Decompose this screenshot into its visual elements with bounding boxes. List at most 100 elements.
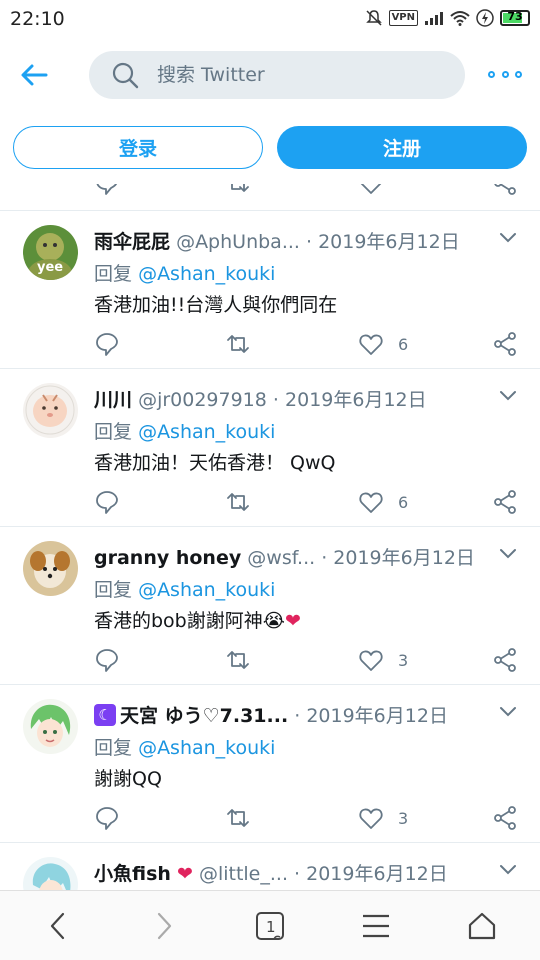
menu-button[interactable] <box>358 908 394 944</box>
reply-context: 回复 @Ashan_kouki <box>94 417 275 444</box>
avatar[interactable] <box>23 857 78 890</box>
share-icon[interactable] <box>492 184 518 198</box>
mention-link[interactable]: @Ashan_kouki <box>138 579 275 601</box>
separator-dot: · <box>305 231 319 253</box>
share-icon[interactable] <box>492 329 518 359</box>
search-box[interactable] <box>89 51 465 99</box>
like-button[interactable]: 3 <box>358 803 408 833</box>
nav-back-button[interactable] <box>40 908 76 944</box>
signup-button[interactable]: 注册 <box>277 126 527 169</box>
tweet-date[interactable]: 2019年6月12日 <box>318 231 460 253</box>
tweet-header: 雨伞屁屁 @AphUnba... · 2019年6月12日 <box>94 227 474 253</box>
display-name[interactable]: granny honey <box>94 547 241 569</box>
like-icon <box>359 492 383 513</box>
login-button[interactable]: 登录 <box>13 126 263 169</box>
avatar[interactable] <box>23 383 78 438</box>
tweet-item[interactable]: yee 雨伞屁屁 @AphUnba... · 2019年6月12日 回复 @As… <box>0 210 540 368</box>
retweet-icon[interactable] <box>225 329 251 359</box>
display-name[interactable]: 雨伞屁屁 <box>94 231 170 253</box>
chevron-down-icon[interactable] <box>498 389 518 403</box>
chevron-down-icon[interactable] <box>498 705 518 719</box>
battery-level: 73 <box>507 10 523 23</box>
share-icon[interactable] <box>492 803 518 833</box>
avatar[interactable] <box>23 699 78 754</box>
display-name[interactable]: 川川 <box>94 389 132 411</box>
tab-count: 1 <box>266 918 276 936</box>
heart-emoji: ❤ <box>284 610 301 632</box>
search-icon <box>112 62 139 89</box>
tweet-item[interactable]: 小魚fish ❤ @little_... · 2019年6月12日 <box>0 842 540 890</box>
reply-context: 回复 @Ashan_kouki <box>94 575 275 602</box>
chevron-down-icon[interactable] <box>498 547 518 561</box>
reply-icon[interactable] <box>94 487 120 517</box>
reply-icon[interactable] <box>94 645 120 675</box>
tweet-header: 小魚fish ❤ @little_... · 2019年6月12日 <box>94 859 474 885</box>
chevron-down-icon[interactable] <box>498 863 518 877</box>
user-handle[interactable]: @jr00297918 <box>138 389 267 411</box>
status-bar: 22:10 VPN 73 <box>0 0 540 40</box>
back-button[interactable] <box>14 57 54 93</box>
top-header <box>0 40 540 110</box>
search-input[interactable] <box>157 64 417 86</box>
home-button[interactable] <box>464 908 500 944</box>
mention-link[interactable]: @Ashan_kouki <box>138 737 275 759</box>
reply-context: 回复 @Ashan_kouki <box>94 733 275 760</box>
tweet-date[interactable]: 2019年6月12日 <box>333 547 474 569</box>
tweet-date[interactable]: 2019年6月12日 <box>285 389 427 411</box>
nav-forward-button[interactable] <box>146 908 182 944</box>
menu-icon <box>363 914 389 938</box>
auth-bar: 登录 注册 <box>0 110 540 184</box>
like-button[interactable]: 6 <box>358 487 408 517</box>
tweet-actions: 3 <box>0 645 540 675</box>
reply-icon[interactable] <box>94 184 120 198</box>
user-handle[interactable]: @AphUnba... <box>176 231 300 253</box>
like-icon <box>359 650 383 671</box>
tweet-item[interactable]: ☾ 天宮 ゆう♡7.31... · 2019年6月12日 回复 @Ashan_ko… <box>0 684 540 842</box>
like-button[interactable]: 6 <box>358 329 408 359</box>
display-name[interactable]: 天宮 ゆう♡7.31... <box>120 705 288 727</box>
share-icon[interactable] <box>492 645 518 675</box>
like-count: 6 <box>398 492 409 512</box>
back-arrow-icon <box>21 64 48 86</box>
charging-icon <box>476 9 494 27</box>
retweet-icon[interactable] <box>225 184 251 198</box>
wifi-icon <box>450 11 470 26</box>
tweet-item[interactable]: 川川 @jr00297918 · 2019年6月12日 回复 @Ashan_ko… <box>0 368 540 526</box>
more-dots-icon[interactable] <box>488 64 522 84</box>
status-time: 22:10 <box>10 8 65 30</box>
like-button[interactable]: 3 <box>358 645 408 675</box>
reply-icon[interactable] <box>94 803 120 833</box>
mention-link[interactable]: @Ashan_kouki <box>138 263 275 285</box>
tweet-actions: 6 <box>0 329 540 359</box>
tabs-button[interactable]: 1 <box>252 908 288 944</box>
reply-icon[interactable] <box>94 329 120 359</box>
retweet-icon[interactable] <box>225 645 251 675</box>
browser-bottom-nav: 1 <box>0 890 540 960</box>
user-handle[interactable]: @little_... <box>199 863 288 885</box>
tweet-date[interactable]: 2019年6月12日 <box>306 705 448 727</box>
separator-dot: · <box>294 863 307 885</box>
like-count: 6 <box>398 334 409 354</box>
like-icon[interactable] <box>358 184 384 198</box>
tweet-text-container: 香港的bob謝謝阿神😭❤ <box>94 606 301 633</box>
display-name[interactable]: 小魚fish <box>94 863 171 885</box>
like-icon <box>359 808 383 829</box>
tweet-header: 川川 @jr00297918 · 2019年6月12日 <box>94 385 474 411</box>
tweet-header: granny honey @wsf... · 2019年6月12日 <box>94 543 474 569</box>
tweet-actions: 3 <box>0 803 540 833</box>
user-handle[interactable]: @wsf... <box>247 547 315 569</box>
chevron-down-icon[interactable] <box>498 231 518 245</box>
mention-link[interactable]: @Ashan_kouki <box>138 421 275 443</box>
retweet-icon[interactable] <box>225 803 251 833</box>
like-icon <box>359 334 383 355</box>
tweet-text: 香港加油！天佑香港！ QwQ <box>94 452 336 474</box>
share-icon[interactable] <box>492 487 518 517</box>
avatar[interactable]: yee <box>23 225 78 280</box>
retweet-icon[interactable] <box>225 487 251 517</box>
mute-bell-icon <box>365 10 382 26</box>
tweet-feed: yee 雨伞屁屁 @AphUnba... · 2019年6月12日 回复 @As… <box>0 184 540 890</box>
avatar[interactable] <box>23 541 78 596</box>
separator-dot: · <box>272 389 286 411</box>
tweet-item[interactable]: granny honey @wsf... · 2019年6月12日 回复 @As… <box>0 526 540 684</box>
tweet-date[interactable]: 2019年6月12日 <box>306 863 448 885</box>
